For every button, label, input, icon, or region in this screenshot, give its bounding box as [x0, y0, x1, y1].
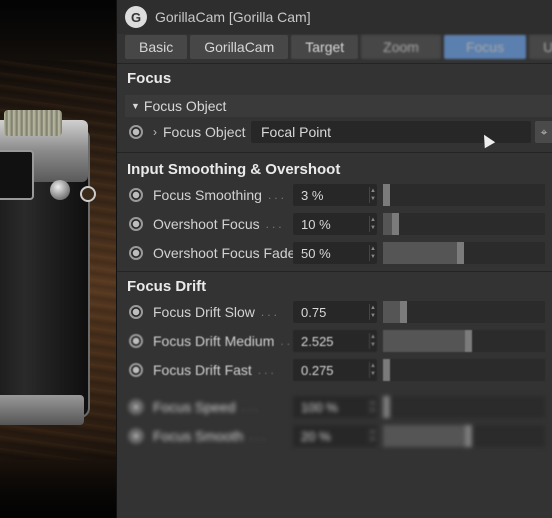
tab-focus[interactable]: Focus [443, 35, 527, 59]
parameter-slider[interactable] [383, 330, 545, 352]
stepper-arrows-icon[interactable]: ▲ ▼ [369, 216, 376, 232]
slider-handle[interactable] [465, 425, 472, 447]
group-label: Focus Object [143, 98, 227, 114]
parameter-label: Focus Smoothing [153, 187, 262, 203]
slider-handle[interactable] [392, 213, 399, 235]
attribute-panel: G GorillaCam [Gorilla Cam] Basic Gorilla… [116, 0, 552, 518]
parameter-value-field[interactable]: 50 % ▲ ▼ [293, 242, 377, 264]
parameter-value: 10 % [301, 216, 331, 232]
panel-titlebar: G GorillaCam [Gorilla Cam] [117, 0, 552, 34]
radio-button-icon[interactable] [129, 305, 143, 319]
slider-fill [383, 242, 464, 264]
parameter-label: Focus Speed [153, 399, 236, 415]
parameter-value-field[interactable]: 100 % ▲ ▼ [293, 396, 377, 418]
label-dots: ... [265, 217, 285, 231]
parameter-value-field[interactable]: 10 % ▲ ▼ [293, 213, 377, 235]
parameter-value-field[interactable]: 0.75 ▲ ▼ [293, 301, 377, 323]
radio-button-icon[interactable] [129, 400, 143, 414]
radio-button-icon[interactable] [129, 363, 143, 377]
label-dots: ... [241, 400, 261, 414]
parameter-slider[interactable] [383, 396, 545, 418]
chevron-right-icon[interactable]: › [153, 125, 157, 139]
stepper-arrows-icon[interactable]: ▲ ▼ [369, 245, 376, 261]
parameter-value: 50 % [301, 245, 331, 261]
divider [117, 152, 552, 153]
tab-basic[interactable]: Basic [125, 35, 188, 59]
slider-fill [383, 330, 472, 352]
parameter-slider[interactable] [383, 301, 545, 323]
parameter-value: 2.525 [301, 333, 334, 349]
radio-button-icon[interactable] [129, 125, 143, 139]
gorillacam-logo-icon: G [125, 6, 147, 28]
focus-object-group[interactable]: ▼ Focus Object [125, 95, 552, 117]
parameter-label: Overshoot Focus Fade [153, 245, 296, 261]
section-smoothing-title: Input Smoothing & Overshoot [127, 161, 341, 178]
parameter-slider[interactable] [383, 213, 545, 235]
parameter-value-field[interactable]: 2.525 ▲ ▼ [293, 330, 377, 352]
parameter-label: Focus Drift Fast [153, 362, 252, 378]
viewport-vignette [0, 0, 116, 518]
tab-gorillacam[interactable]: GorillaCam [190, 35, 289, 59]
slider-handle[interactable] [465, 330, 472, 352]
slider-handle[interactable] [400, 301, 407, 323]
3d-viewport[interactable] [0, 0, 116, 518]
label-dots: ... [249, 429, 269, 443]
section-focus-title: Focus [127, 70, 172, 87]
panel-title: GorillaCam [Gorilla Cam] [155, 9, 311, 25]
tab-target[interactable]: Target [291, 35, 359, 59]
stepper-arrows-icon[interactable]: ▲ ▼ [369, 304, 376, 320]
label-dots: ... [257, 363, 277, 377]
divider [117, 271, 552, 272]
stepper-arrows-icon[interactable]: ▲ ▼ [369, 333, 376, 349]
radio-button-icon[interactable] [129, 334, 143, 348]
stepper-arrows-icon[interactable]: ▲ ▼ [369, 187, 376, 203]
radio-button-icon[interactable] [129, 429, 143, 443]
parameter-value: 0.75 [301, 304, 327, 320]
parameter-value-field[interactable]: 20 % ▲ ▼ [293, 425, 377, 447]
stepper-arrows-icon[interactable]: ▲ ▼ [369, 362, 376, 378]
parameter-label: Overshoot Focus [153, 216, 260, 232]
parameter-value: 100 % [301, 399, 338, 415]
parameter-slider[interactable] [383, 184, 545, 206]
stepper-arrows-icon[interactable]: ▲ ▼ [369, 428, 376, 444]
label-dots: ... [267, 188, 287, 202]
link-pick-icon[interactable]: ⌖ [535, 121, 552, 143]
parameter-value: 0.275 [301, 362, 334, 378]
parameter-value-field[interactable]: 0.275 ▲ ▼ [293, 359, 377, 381]
parameter-label: Focus Drift Slow [153, 304, 255, 320]
parameter-slider[interactable] [383, 359, 545, 381]
tab-bar: Basic GorillaCam Target Zoom Focus U [125, 35, 552, 59]
parameter-label: Focus Smooth [153, 428, 244, 444]
parameter-slider[interactable] [383, 425, 545, 447]
tab-more[interactable]: U [529, 35, 552, 59]
parameter-slider[interactable] [383, 242, 545, 264]
parameter-label: Focus Drift Medium [153, 333, 275, 349]
radio-button-icon[interactable] [129, 188, 143, 202]
triangle-down-icon[interactable]: ▼ [131, 101, 140, 111]
tab-zoom[interactable]: Zoom [361, 35, 441, 59]
slider-handle[interactable] [383, 359, 390, 381]
slider-handle[interactable] [457, 242, 464, 264]
radio-button-icon[interactable] [129, 246, 143, 260]
slider-handle[interactable] [383, 184, 390, 206]
section-drift-title: Focus Drift [127, 278, 207, 295]
focus-object-label: Focus Object [163, 124, 246, 140]
label-dots: ... [260, 305, 280, 319]
slider-fill [383, 425, 472, 447]
parameter-value: 20 % [301, 428, 331, 444]
parameter-value-field[interactable]: 3 % ▲ ▼ [293, 184, 377, 206]
divider [117, 63, 552, 64]
parameter-value: 3 % [301, 187, 324, 203]
radio-button-icon[interactable] [129, 217, 143, 231]
slider-handle[interactable] [383, 396, 390, 418]
stepper-arrows-icon[interactable]: ▲ ▼ [369, 399, 376, 415]
